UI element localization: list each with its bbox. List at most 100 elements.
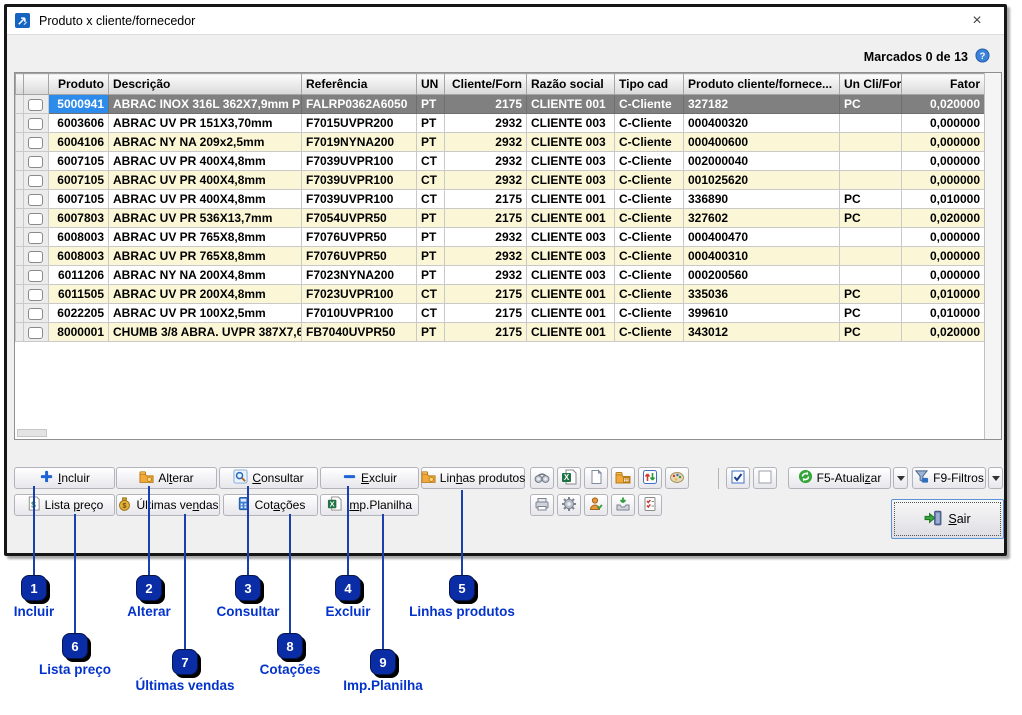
row-checkbox[interactable] bbox=[28, 118, 43, 130]
f9-filtros-button[interactable]: F9-Filtros bbox=[912, 467, 986, 489]
table-row[interactable]: 6011505ABRAC UV PR 200X4,8mmF7023UVPR100… bbox=[16, 285, 985, 304]
close-icon[interactable]: × bbox=[962, 7, 992, 35]
table-row[interactable]: 8000001CHUMB 3/8 ABRA. UVPR 387X7,6FB704… bbox=[16, 323, 985, 342]
user-check-button[interactable] bbox=[584, 494, 608, 516]
table-row[interactable]: 6004106ABRAC NY NA 209x2,5mmF7019NYNA200… bbox=[16, 133, 985, 152]
cell-tipo_cad: C-Cliente bbox=[615, 228, 684, 247]
excel-export-button[interactable]: X bbox=[557, 467, 581, 489]
cell-referencia: F7039UVPR100 bbox=[302, 152, 417, 171]
binoculars-button[interactable] bbox=[530, 467, 554, 489]
row-checkbox[interactable] bbox=[28, 194, 43, 206]
cell-un_cli_for bbox=[840, 133, 902, 152]
row-checkbox[interactable] bbox=[28, 175, 43, 187]
cell-cliente_forn: 2932 bbox=[445, 247, 527, 266]
row-checkbox[interactable] bbox=[28, 99, 43, 111]
cell-referencia: F7076UVPR50 bbox=[302, 228, 417, 247]
table-row[interactable]: 6007105ABRAC UV PR 400X4,8mmF7039UVPR100… bbox=[16, 171, 985, 190]
table-row[interactable]: 6008003ABRAC UV PR 765X8,8mmF7076UVPR50P… bbox=[16, 247, 985, 266]
column-header-raz-o-social[interactable]: Razão social bbox=[527, 74, 615, 95]
cell-fator: 0,000000 bbox=[902, 247, 985, 266]
column-header-cliente-forn[interactable]: Cliente/Forn bbox=[445, 74, 527, 95]
column-header-produto[interactable]: Produto bbox=[49, 74, 109, 95]
cell-cliente_forn: 2932 bbox=[445, 114, 527, 133]
table-row[interactable]: 6011206ABRAC NY NA 200X4,8mmF7023NYNA200… bbox=[16, 266, 985, 285]
column-header-produto-cliente-fornece-[interactable]: Produto cliente/fornece... bbox=[684, 74, 840, 95]
callout-badge-6: 6 bbox=[62, 633, 88, 659]
cell-fator: 0,010000 bbox=[902, 285, 985, 304]
cell-razao_social: CLIENTE 003 bbox=[527, 171, 615, 190]
consultar-button[interactable]: Consultar bbox=[219, 467, 318, 489]
f5-dropdown-button[interactable] bbox=[893, 467, 908, 489]
vertical-scrollbar[interactable] bbox=[984, 73, 1001, 439]
incluir-button[interactable]: Incluir bbox=[14, 467, 115, 489]
app-icon bbox=[15, 13, 31, 29]
help-icon[interactable]: ? bbox=[975, 48, 992, 65]
f5-atualizar-button[interactable]: F5-Atualizar bbox=[788, 467, 891, 489]
cell-tipo_cad: C-Cliente bbox=[615, 285, 684, 304]
table-row[interactable]: 6022205ABRAC UV PR 100X2,5mmF7010UVPR100… bbox=[16, 304, 985, 323]
marked-count-label: Marcados 0 de 13 bbox=[864, 50, 968, 64]
cotacoes-button[interactable]: Cotações bbox=[223, 494, 318, 516]
cell-produto: 6011505 bbox=[49, 285, 109, 304]
table-row[interactable]: 6007105ABRAC UV PR 400X4,8mmF7039UVPR100… bbox=[16, 152, 985, 171]
excluir-button[interactable]: Excluir bbox=[320, 467, 419, 489]
checklist-button[interactable] bbox=[638, 494, 662, 516]
cell-produto: 6007105 bbox=[49, 190, 109, 209]
ultimas-vendas-button[interactable]: $Últimas vendas bbox=[116, 494, 220, 516]
sort-updown-button[interactable] bbox=[638, 467, 662, 489]
f9-dropdown-button[interactable] bbox=[988, 467, 1003, 489]
column-header-refer-ncia[interactable]: Referência bbox=[302, 74, 417, 95]
cell-fator: 0,020000 bbox=[902, 323, 985, 342]
row-checkbox[interactable] bbox=[28, 232, 43, 244]
callout-badge-5: 5 bbox=[449, 575, 475, 601]
column-header-blank-0[interactable] bbox=[16, 74, 24, 95]
column-header-blank-1[interactable] bbox=[24, 74, 49, 95]
sair-button[interactable]: Sair bbox=[891, 499, 1004, 539]
cell-tipo_cad: C-Cliente bbox=[615, 266, 684, 285]
cell-referencia: FB7040UVPR50 bbox=[302, 323, 417, 342]
import-button[interactable] bbox=[611, 494, 635, 516]
table-row[interactable]: 5000941ABRAC INOX 316L 362X7,9mm PFALRP0… bbox=[16, 95, 985, 114]
lista-preco-button[interactable]: $Lista preço bbox=[14, 494, 115, 516]
printer-icon bbox=[534, 496, 550, 515]
table-row[interactable]: 6007803ABRAC UV PR 536X13,7mmF7054UVPR50… bbox=[16, 209, 985, 228]
cell-descricao: ABRAC UV PR 151X3,70mm bbox=[109, 114, 302, 133]
cell-cliente_forn: 2175 bbox=[445, 285, 527, 304]
column-header-un[interactable]: UN bbox=[417, 74, 445, 95]
callout-label-ultimas-vendas: Últimas vendas bbox=[135, 678, 234, 693]
alterar-button[interactable]: Alterar bbox=[116, 467, 217, 489]
table-row[interactable]: 6003606ABRAC UV PR 151X3,70mmF7015UVPR20… bbox=[16, 114, 985, 133]
product-table: ProdutoDescriçãoReferênciaUNCliente/Forn… bbox=[15, 73, 985, 342]
row-checkbox[interactable] bbox=[28, 327, 43, 339]
palette-button[interactable] bbox=[665, 467, 689, 489]
checkbox-checked-button[interactable] bbox=[726, 467, 750, 489]
row-checkbox[interactable] bbox=[28, 213, 43, 225]
consultar-label: Consultar bbox=[252, 471, 303, 485]
row-checkbox[interactable] bbox=[28, 156, 43, 168]
row-checkbox[interactable] bbox=[28, 251, 43, 263]
row-checkbox[interactable] bbox=[28, 137, 43, 149]
column-header-un-cli-for[interactable]: Un Cli/For bbox=[840, 74, 902, 95]
column-header-descri-o[interactable]: Descrição bbox=[109, 74, 302, 95]
cell-cliente_forn: 2175 bbox=[445, 304, 527, 323]
table-row[interactable]: 6008003ABRAC UV PR 765X8,8mmF7076UVPR50P… bbox=[16, 228, 985, 247]
document-button[interactable] bbox=[584, 467, 608, 489]
row-checkbox[interactable] bbox=[28, 289, 43, 301]
row-checkbox[interactable] bbox=[28, 308, 43, 320]
row-checkbox[interactable] bbox=[28, 270, 43, 282]
checkbox-unchecked-button[interactable] bbox=[753, 467, 777, 489]
cell-tipo_cad: C-Cliente bbox=[615, 114, 684, 133]
cell-referencia: F7054UVPR50 bbox=[302, 209, 417, 228]
linhas-produtos-button[interactable]: Linhas produtos bbox=[421, 467, 525, 489]
column-header-fator[interactable]: Fator bbox=[902, 74, 985, 95]
folder-calc-button[interactable] bbox=[611, 467, 635, 489]
lista-preco-label: Lista preço bbox=[45, 498, 104, 512]
imp-planilha-button[interactable]: XImp.Planilha bbox=[320, 494, 419, 516]
printer-button[interactable] bbox=[530, 494, 554, 516]
column-header-tipo-cad[interactable]: Tipo cad bbox=[615, 74, 684, 95]
cell-tipo_cad: C-Cliente bbox=[615, 209, 684, 228]
cell-tipo_cad: C-Cliente bbox=[615, 95, 684, 114]
table-row[interactable]: 6007105ABRAC UV PR 400X4,8mmF7039UVPR100… bbox=[16, 190, 985, 209]
cell-razao_social: CLIENTE 001 bbox=[527, 95, 615, 114]
gear-button[interactable] bbox=[557, 494, 581, 516]
